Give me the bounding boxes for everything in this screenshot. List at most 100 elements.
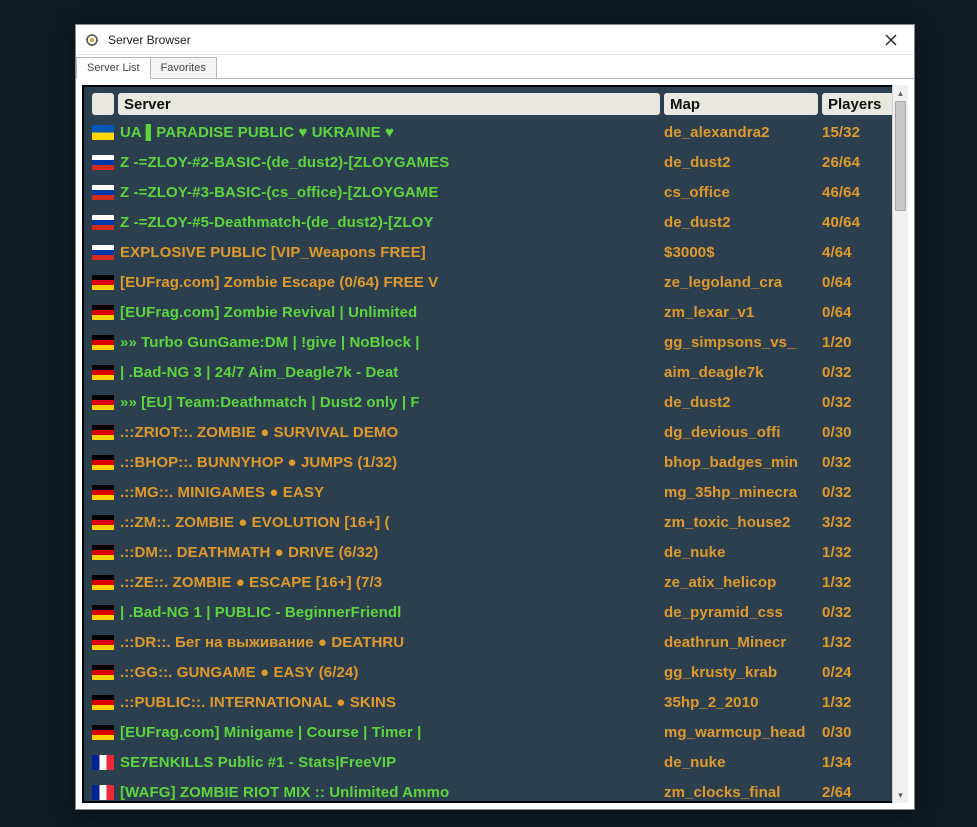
server-row[interactable]: .::ZM::. ZOMBIE ● EVOLUTION [16+] (zm_to… [92,507,898,537]
server-name: »» Turbo GunGame:DM | !give | NoBlock | [120,334,664,351]
flag-icon [92,155,114,170]
tab-favorites[interactable]: Favorites [150,57,217,78]
server-name: .::DM::. DEATHMATH ● DRIVE (6/32) [120,544,664,561]
server-row[interactable]: .::ZE::. ZOMBIE ● ESCAPE [16+] (7/3ze_at… [92,567,898,597]
players-count: 0/64 [822,274,898,291]
titlebar: Server Browser [76,25,914,55]
players-count: 40/64 [822,214,898,231]
tab-server-list[interactable]: Server List [76,57,151,79]
flag-icon [92,515,114,530]
server-row[interactable]: UA ▌PARADISE PUBLIC ♥ UKRAINE ♥de_alexan… [92,117,898,147]
flag-icon [92,425,114,440]
server-name: [EUFrag.com] Zombie Revival | Unlimited [120,304,664,321]
server-row[interactable]: .::DM::. DEATHMATH ● DRIVE (6/32)de_nuke… [92,537,898,567]
server-row[interactable]: [EUFrag.com] Zombie Escape (0/64) FREE V… [92,267,898,297]
panel-outer: Server Map Players UA ▌PARADISE PUBLIC ♥… [76,79,914,809]
map-name: mg_35hp_minecra [664,484,822,501]
close-button[interactable] [876,25,906,55]
server-row[interactable]: [EUFrag.com] Zombie Revival | Unlimitedz… [92,297,898,327]
window-title: Server Browser [108,33,876,47]
app-icon [84,32,100,48]
map-name: de_dust2 [664,394,822,411]
server-name: .::BHOP::. BUNNYHOP ● JUMPS (1/32) [120,454,664,471]
map-name: $3000$ [664,244,822,261]
server-row[interactable]: .::PUBLIC::. INTERNATIONAL ● SKINS35hp_2… [92,687,898,717]
server-name: .::PUBLIC::. INTERNATIONAL ● SKINS [120,694,664,711]
players-count: 0/32 [822,364,898,381]
server-row[interactable]: | .Bad-NG 1 | PUBLIC - BeginnerFriendlde… [92,597,898,627]
flag-icon [92,485,114,500]
players-count: 1/32 [822,544,898,561]
server-row[interactable]: »» [EU] Team:Deathmatch | Dust2 only | F… [92,387,898,417]
server-row[interactable]: .::BHOP::. BUNNYHOP ● JUMPS (1/32)bhop_b… [92,447,898,477]
column-header-players[interactable]: Players [822,93,898,115]
flag-icon [92,305,114,320]
server-row[interactable]: | .Bad-NG 3 | 24/7 Aim_Deagle7k - Deatai… [92,357,898,387]
players-count: 2/64 [822,784,898,801]
players-count: 3/32 [822,514,898,531]
column-header-server[interactable]: Server [118,93,660,115]
map-name: de_nuke [664,544,822,561]
server-row[interactable]: [EUFrag.com] Minigame | Course | Timer |… [92,717,898,747]
map-name: de_dust2 [664,154,822,171]
players-count: 0/32 [822,454,898,471]
flag-icon [92,635,114,650]
players-count: 0/64 [822,304,898,321]
tab-label: Server List [87,62,140,74]
players-count: 1/34 [822,754,898,771]
column-header-checkbox[interactable] [92,93,114,115]
map-name: ze_atix_helicop [664,574,822,591]
players-count: 0/30 [822,424,898,441]
column-header-label: Map [670,96,700,113]
server-name: »» [EU] Team:Deathmatch | Dust2 only | F [120,394,664,411]
server-row[interactable]: Z -=ZLOY-#3-BASIC-(cs_office)-[ZLOYGAMEc… [92,177,898,207]
server-name: | .Bad-NG 1 | PUBLIC - BeginnerFriendl [120,604,664,621]
map-name: aim_deagle7k [664,364,822,381]
scrollbar-thumb[interactable] [895,101,906,211]
map-name: de_alexandra2 [664,124,822,141]
map-name: gg_simpsons_vs_ [664,334,822,351]
server-name: .::ZE::. ZOMBIE ● ESCAPE [16+] (7/3 [120,574,664,591]
map-name: gg_krusty_krab [664,664,822,681]
flag-icon [92,725,114,740]
server-row[interactable]: Z -=ZLOY-#2-BASIC-(de_dust2)-[ZLOYGAMESd… [92,147,898,177]
server-name: Z -=ZLOY-#3-BASIC-(cs_office)-[ZLOYGAME [120,184,664,201]
server-row[interactable]: SE7ENKILLS Public #1 - Stats|FreeVIPde_n… [92,747,898,777]
server-row[interactable]: EXPLOSIVE PUBLIC [VIP_Weapons FREE]$3000… [92,237,898,267]
scroll-down-arrow-icon[interactable]: ▼ [893,787,909,803]
scroll-up-arrow-icon[interactable]: ▲ [893,85,909,101]
flag-icon [92,125,114,140]
flag-icon [92,665,114,680]
flag-icon [92,365,114,380]
flag-icon [92,395,114,410]
tabbar: Server List Favorites [76,55,914,79]
scrollbar[interactable]: ▲ ▼ [892,85,908,803]
flag-icon [92,575,114,590]
column-header-map[interactable]: Map [664,93,818,115]
players-count: 0/32 [822,394,898,411]
server-row[interactable]: .::DR::. Бег на выживание ● DEATHRUdeath… [92,627,898,657]
server-row[interactable]: .::ZRIOT::. ZOMBIE ● SURVIVAL DEMOdg_dev… [92,417,898,447]
players-count: 0/32 [822,604,898,621]
server-row[interactable]: »» Turbo GunGame:DM | !give | NoBlock |g… [92,327,898,357]
server-row[interactable]: .::GG::. GUNGAME ● EASY (6/24)gg_krusty_… [92,657,898,687]
server-rows: UA ▌PARADISE PUBLIC ♥ UKRAINE ♥de_alexan… [92,117,898,803]
server-row[interactable]: Z -=ZLOY-#5-Deathmatch-(de_dust2)-[ZLOYd… [92,207,898,237]
server-name: SE7ENKILLS Public #1 - Stats|FreeVIP [120,754,664,771]
server-browser-window: Server Browser Server List Favorites Ser… [75,24,915,810]
scrollbar-track[interactable] [893,101,908,787]
server-name: UA ▌PARADISE PUBLIC ♥ UKRAINE ♥ [120,124,664,141]
players-count: 1/32 [822,634,898,651]
players-count: 0/24 [822,664,898,681]
server-name: .::ZM::. ZOMBIE ● EVOLUTION [16+] ( [120,514,664,531]
map-name: zm_lexar_v1 [664,304,822,321]
column-header-label: Players [828,96,881,113]
map-name: bhop_badges_min [664,454,822,471]
server-row[interactable]: .::MG::. MINIGAMES ● EASYmg_35hp_minecra… [92,477,898,507]
map-name: zm_toxic_house2 [664,514,822,531]
map-name: de_dust2 [664,214,822,231]
server-row[interactable]: [WAFG] ZOMBIE RIOT MIX :: Unlimited Ammo… [92,777,898,803]
column-header-label: Server [124,96,171,113]
server-name: | .Bad-NG 3 | 24/7 Aim_Deagle7k - Deat [120,364,664,381]
flag-icon [92,335,114,350]
